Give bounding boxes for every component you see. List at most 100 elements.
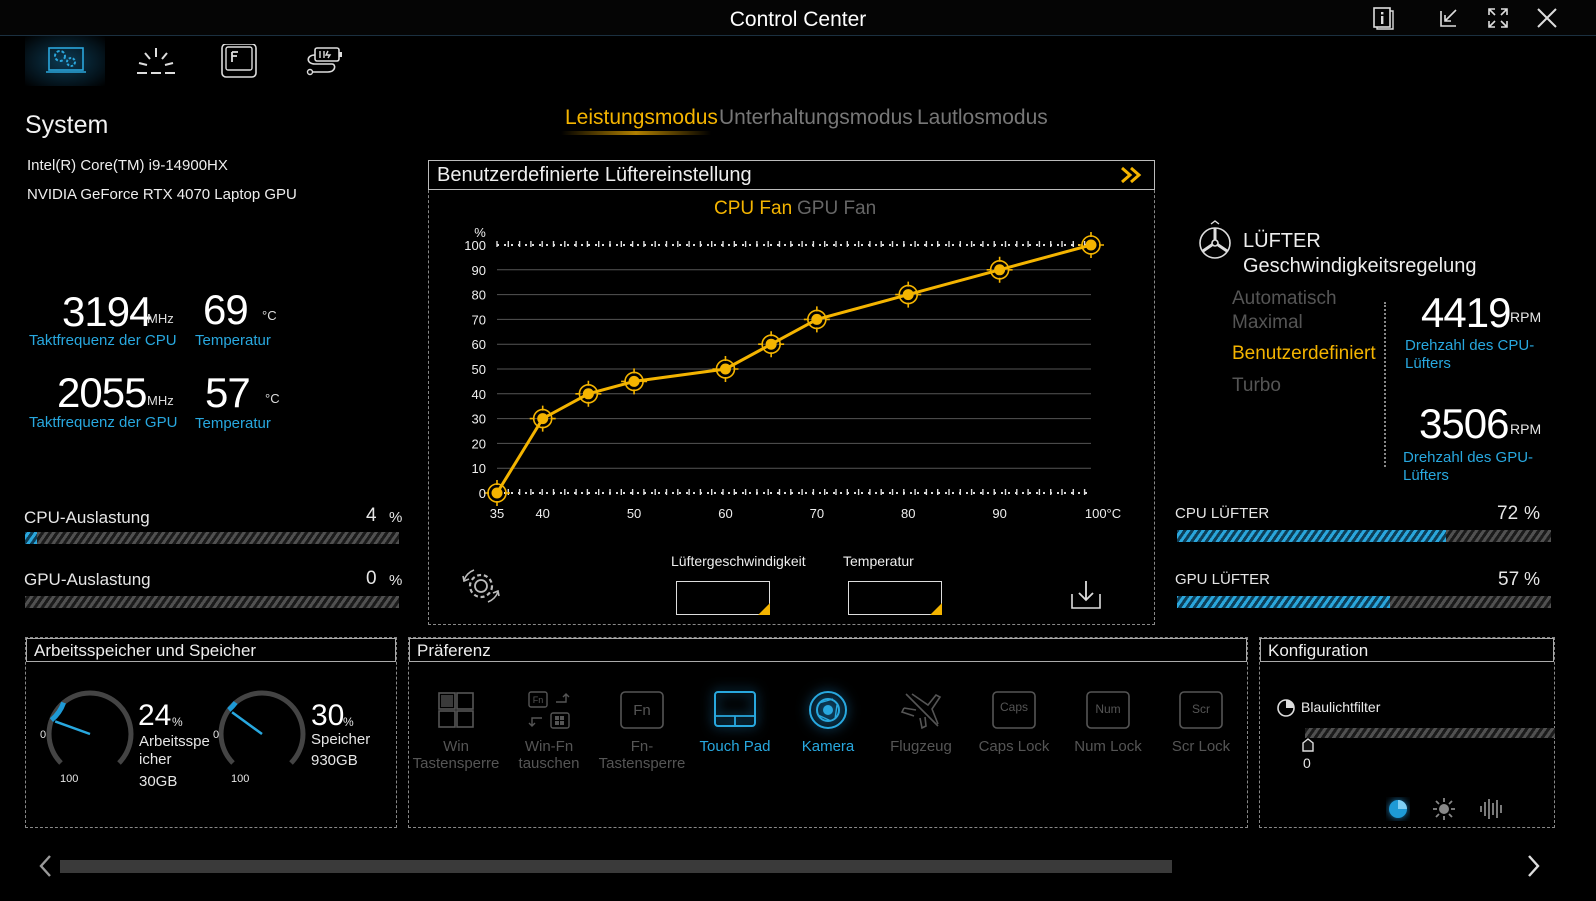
fan-divider [1384,302,1386,467]
cpu-frequency-value: 3194 [62,288,152,335]
close-button[interactable] [1534,5,1562,31]
chart-point[interactable] [758,331,785,358]
swap-fn-caption: Fn [533,695,544,705]
chart-x-tick-label: 80 [901,506,915,521]
disk-percent-unit: % [343,715,354,729]
chart-point[interactable] [986,256,1013,283]
pref-airplane[interactable]: Flugzeug [876,690,966,755]
gpu-fan-rpm-label-2: Lüfters [1403,467,1449,484]
preference-panel-header: Präferenz [409,638,1247,662]
chart-y-tick-label: 10 [472,461,486,476]
shrink-icon [1440,9,1457,27]
pref-caps-lock[interactable]: Caps Caps Lock [969,690,1059,755]
gpu-load-label: GPU-Auslastung [24,570,151,589]
pref-win-lock[interactable]: Win Tastensperre [411,690,501,772]
chart-point[interactable] [1078,232,1104,258]
pref-win-fn-swap-label-2: tauschen [518,755,580,772]
fan-settings-gear-icon[interactable] [460,567,502,605]
pref-touchpad[interactable]: Touch Pad [690,690,780,755]
chart-point[interactable] [712,356,739,382]
gpu-fan-rpm-unit: RPM [1510,421,1542,437]
chart-y-tick-label: 100 [464,238,486,253]
gpu-temperature-value: 57 [205,369,251,416]
cpu-load-bar [25,532,399,544]
cpu-fan-bar-fill [1177,530,1447,542]
gpu-load-value: 0 [366,568,377,589]
brightness-icon[interactable] [1432,797,1456,821]
info-icon [1373,7,1394,30]
pref-win-fn-swap[interactable]: Fn Win-Fn tauschen [504,690,594,772]
chart-point[interactable] [895,281,922,308]
pref-fn-lock[interactable]: Fn Fn- Tastensperre [597,690,687,772]
camera-icon [809,691,847,729]
temperature-input[interactable] [848,581,942,615]
scroll-right-arrow-icon[interactable] [1525,853,1543,879]
configuration-panel-header: Konfiguration [1260,638,1554,662]
chart-y-tick-label: 30 [472,412,486,427]
scroll-left-arrow-icon[interactable] [36,853,54,879]
cpu-fan-value: 72 [1497,503,1519,524]
chart-point[interactable] [575,380,602,407]
chart-x-tick-label: 90 [992,506,1006,521]
tab-lighting[interactable] [115,36,195,86]
pref-win-fn-swap-label-1: Win-Fn [524,738,574,755]
tab-system[interactable] [25,36,105,86]
pref-fn-lock-label-2: Tastensperre [598,755,686,772]
fan-curve-header: Benutzerdefinierte Lüftereinstellung [428,160,1155,190]
chart-point[interactable] [529,405,556,432]
pref-airplane-label: Flugzeug [890,738,952,755]
cpu-fan-rpm-label-1: Drehzahl des CPU- [1405,337,1535,354]
gpu-name: NVIDIA GeForce RTX 4070 Laptop GPU [27,186,297,203]
pref-win-lock-label-2: Tastensperre [412,755,500,772]
tab-function-keys[interactable] [198,36,278,86]
fan-icon [1199,220,1231,259]
chart-point[interactable] [484,480,510,506]
cpu-temperature-unit: °C [262,308,277,323]
ram-gauge-max: 100 [60,773,79,785]
bluelight-slider-value: 0 [1303,755,1311,771]
download-icon[interactable] [1070,578,1102,610]
fan-mode-auto[interactable]: Automatisch [1232,288,1337,310]
pref-scr-lock[interactable]: Scr Scr Lock [1156,690,1246,755]
chart-point[interactable] [803,306,830,333]
mode-tab-underline [561,131,711,135]
chart-y-tick-label: 0 [479,486,486,501]
mode-tab-entertainment[interactable]: Unterhaltungsmodus [719,106,913,130]
cpu-fan-bar [1177,530,1551,542]
chart-y-tick-label: 90 [472,263,486,278]
cpu-load-value: 4 [366,505,377,526]
pref-camera[interactable]: Kamera [783,690,873,755]
double-chevron-right-icon[interactable] [1119,165,1145,185]
chart-x-tick-label: 100°C [1085,506,1121,521]
fullscreen-button[interactable] [1485,5,1513,31]
chart-point[interactable] [621,368,648,395]
pref-num-lock[interactable]: Num Num Lock [1063,690,1153,755]
fn-key-caption: Fn [633,702,651,719]
cpu-fan-rpm-unit: RPM [1510,309,1542,325]
gpu-fan-label: GPU LÜFTER [1175,571,1271,588]
restore-button[interactable] [1436,5,1464,31]
touchpad-icon [714,691,756,727]
tab-power[interactable] [282,36,362,86]
scr-key-caption: Scr [1192,702,1210,716]
chart-y-tick-label: 40 [472,387,486,402]
sound-wave-icon[interactable] [1478,797,1506,821]
mode-tab-performance[interactable]: Leistungsmodus [565,106,718,130]
pref-fn-lock-label-1: Fn- [630,738,654,755]
fan-mode-max[interactable]: Maximal [1232,312,1303,334]
fan-speed-input[interactable] [676,581,770,615]
pref-touchpad-label: Touch Pad [699,738,771,755]
bluelight-slider-thumb[interactable] [1302,738,1314,752]
mode-tab-silent[interactable]: Lautlosmodus [917,106,1048,130]
fan-mode-custom[interactable]: Benutzerdefiniert [1232,343,1376,365]
pref-caps-lock-label: Caps Lock [978,738,1050,755]
info-button[interactable] [1370,5,1398,31]
fan-mode-turbo[interactable]: Turbo [1232,375,1281,397]
fan-speed-input-label: Lüftergeschwindigkeit [671,553,806,569]
night-mode-icon[interactable] [1386,797,1410,821]
bluelight-slider-track[interactable] [1305,728,1555,738]
gpu-fan-rpm-label-1: Drehzahl des GPU- [1403,449,1534,466]
horizontal-scrollbar[interactable] [60,860,1172,873]
chart-y-tick-label: 20 [472,436,486,451]
fan-curve-chart[interactable]: 0 10 20 30 40 50 60 70 80 90 100% 35 40 50 60 70 80 90 100… [430,215,1150,525]
